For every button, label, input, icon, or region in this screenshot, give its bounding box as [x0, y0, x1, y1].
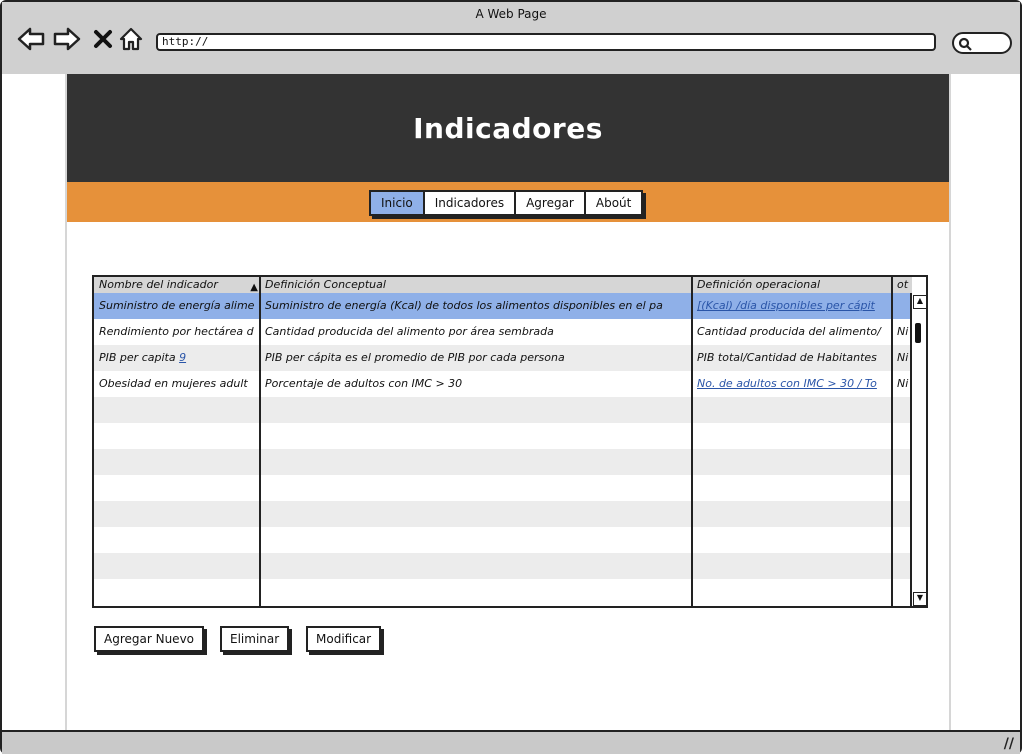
table-row[interactable]: PIB per capita 9 PIB per cápita es el pr…: [94, 345, 912, 371]
empty-table-row: [94, 475, 912, 501]
sort-ascending-icon[interactable]: ▲: [250, 280, 258, 293]
indicators-table[interactable]: Nombre del indicador ▲ Definición Concep…: [92, 275, 928, 608]
cell-name: Suministro de energía alime: [99, 299, 255, 312]
empty-table-row: [94, 449, 912, 475]
tab-inicio[interactable]: Inicio: [371, 192, 425, 214]
browser-window: A Web Page http:// Indicadores Inicio In…: [0, 0, 1022, 754]
column-divider: [891, 277, 893, 606]
browser-viewport: Indicadores Inicio Indicadores Agregar A…: [2, 74, 1020, 730]
column-header-operational[interactable]: Definición operacional: [692, 277, 892, 293]
cell-other: Ni: [897, 351, 909, 364]
cell-operational-link[interactable]: No. de adultos con IMC > 30 / To: [692, 371, 892, 397]
empty-table-row: [94, 527, 912, 553]
back-arrow-icon[interactable]: [16, 24, 46, 54]
window-title: A Web Page: [475, 7, 547, 21]
cell-other: Ni: [897, 325, 909, 338]
cell-other: Ni: [897, 377, 909, 390]
scroll-up-arrow-icon[interactable]: ▲: [913, 295, 926, 309]
empty-table-row: [94, 579, 912, 605]
cell-name: PIB per capita 9: [99, 351, 187, 364]
table-header: Nombre del indicador ▲ Definición Concep…: [94, 277, 912, 294]
empty-table-row: [94, 501, 912, 527]
resize-grip-icon[interactable]: //: [1004, 736, 1014, 752]
page-header: Indicadores: [67, 74, 949, 182]
scroll-thumb[interactable]: [915, 323, 921, 343]
cell-conceptual: PIB per cápita es el promedio de PIB por…: [265, 351, 565, 364]
forward-arrow-icon[interactable]: [52, 24, 82, 54]
cell-conceptual: Cantidad producida del alimento por área…: [265, 325, 554, 338]
cell-number-link[interactable]: 9: [179, 351, 186, 364]
scroll-down-arrow-icon[interactable]: ▼: [913, 592, 926, 606]
search-icon: [958, 37, 972, 51]
home-icon[interactable]: [116, 24, 146, 54]
cell-operational: Cantidad producida del alimento/: [697, 325, 881, 338]
page-content: Indicadores Inicio Indicadores Agregar A…: [65, 74, 951, 730]
browser-titlebar: A Web Page http://: [2, 2, 1020, 76]
column-divider: [691, 277, 693, 606]
table-row[interactable]: Suministro de energía alime Suministro d…: [94, 293, 912, 319]
cell-operational-link[interactable]: [(Kcal) /día disponibles per cápit: [692, 293, 892, 319]
address-bar[interactable]: http://: [156, 33, 936, 51]
close-x-icon[interactable]: [88, 24, 118, 54]
page-title: Indicadores: [413, 112, 603, 145]
tab-about[interactable]: Aboút: [585, 192, 642, 214]
modify-button[interactable]: Modificar: [306, 626, 382, 652]
column-header-name[interactable]: Nombre del indicador ▲: [94, 277, 260, 293]
add-new-button[interactable]: Agregar Nuevo: [94, 626, 205, 652]
column-header-conceptual[interactable]: Definición Conceptual: [260, 277, 692, 293]
delete-button[interactable]: Eliminar: [220, 626, 290, 652]
table-row[interactable]: Obesidad en mujeres adult Porcentaje de …: [94, 371, 912, 397]
cell-name: Obesidad en mujeres adult: [99, 377, 248, 390]
cell-other: [892, 293, 912, 319]
table-scrollbar[interactable]: ▲ ▼: [910, 293, 926, 606]
cell-conceptual: Suministro de energía (Kcal) de todos lo…: [265, 299, 663, 312]
cell-operational: PIB total/Cantidad de Habitantes: [697, 351, 877, 364]
empty-table-row: [94, 553, 912, 579]
empty-table-row: [94, 423, 912, 449]
table-row[interactable]: Rendimiento por hectárea d Cantidad prod…: [94, 319, 912, 345]
empty-table-row: [94, 397, 912, 423]
browser-statusbar: //: [2, 730, 1020, 754]
cell-name: Rendimiento por hectárea d: [99, 325, 254, 338]
tab-bar: Inicio Indicadores Agregar Aboút: [369, 190, 644, 216]
search-box[interactable]: [952, 32, 1012, 54]
tab-agregar[interactable]: Agregar: [516, 192, 586, 214]
column-divider: [259, 277, 261, 606]
cell-conceptual: Porcentaje de adultos con IMC > 30: [265, 377, 463, 390]
tab-indicadores[interactable]: Indicadores: [424, 192, 517, 214]
column-header-other[interactable]: ot: [892, 277, 912, 293]
nav-bar: Inicio Indicadores Agregar Aboút: [67, 182, 949, 222]
